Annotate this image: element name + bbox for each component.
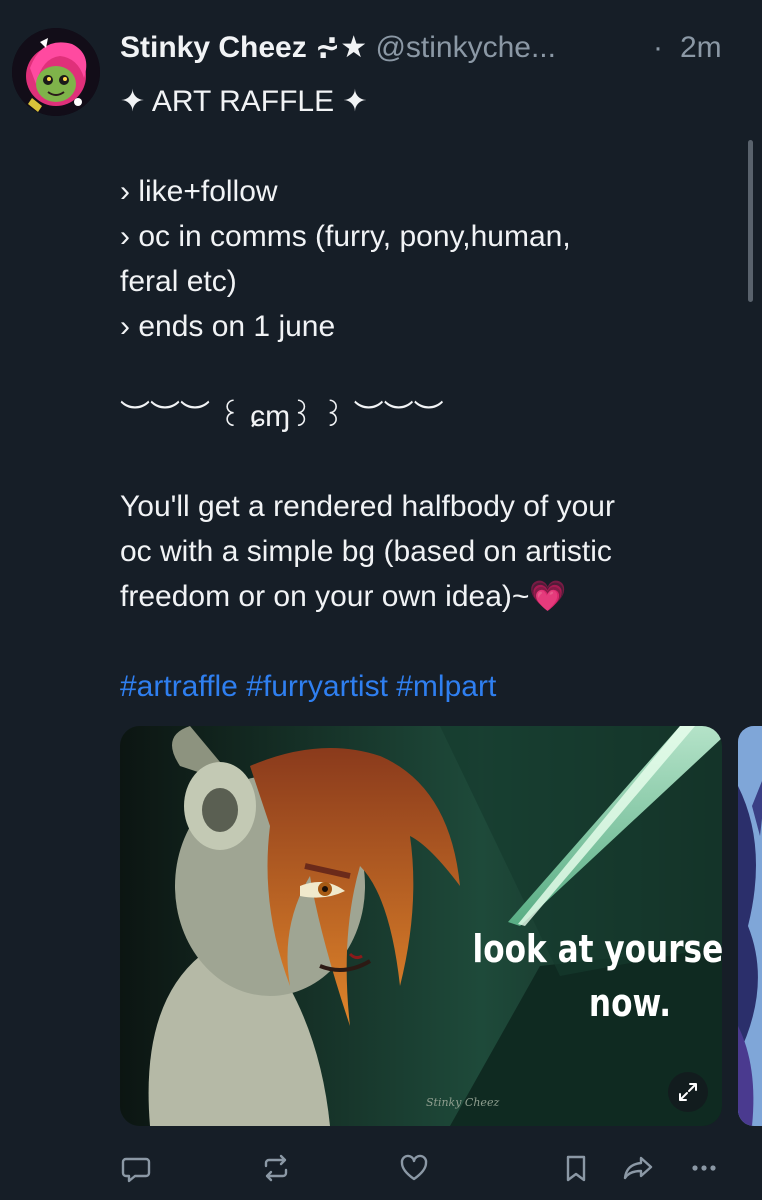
reply-icon bbox=[121, 1157, 151, 1183]
avatar[interactable] bbox=[12, 28, 100, 116]
next-artwork-preview bbox=[738, 726, 762, 1126]
rule-line: › like+follow bbox=[120, 175, 278, 208]
artwork-caption-line1: look at yourself bbox=[473, 928, 722, 972]
media-image[interactable]: Stinky Cheez look at yourself now. bbox=[120, 726, 722, 1126]
rule-line: feral etc) bbox=[120, 265, 237, 298]
description-line: You'll get a rendered halfbody of your bbox=[120, 490, 615, 523]
author-display-name[interactable]: Stinky Cheez ⩫★ bbox=[120, 31, 367, 64]
bookmark-button[interactable] bbox=[556, 1148, 596, 1188]
hashtag-link[interactable]: #furryartist bbox=[246, 670, 388, 703]
description-line: freedom or on your own idea)~💗 bbox=[120, 580, 567, 613]
author-handle[interactable]: @stinkyche... bbox=[375, 31, 556, 64]
action-bar bbox=[0, 1140, 762, 1196]
artwork-caption-line2: now. bbox=[589, 982, 671, 1026]
next-media-image[interactable] bbox=[738, 726, 762, 1126]
heart-icon bbox=[400, 1154, 428, 1181]
meta-separator: · bbox=[653, 31, 663, 64]
share-button[interactable] bbox=[618, 1148, 658, 1188]
more-icon bbox=[692, 1165, 716, 1171]
post-body: ✦ ART RAFFLE ✦ › like+follow › oc in com… bbox=[120, 79, 730, 709]
repost-icon bbox=[264, 1154, 288, 1182]
expand-arrows-icon bbox=[679, 1083, 697, 1101]
post[interactable]: Stinky Cheez ⩫★ @stinkyche... · 2m ✦ ART… bbox=[0, 0, 762, 1200]
raffle-title: ✦ ART RAFFLE ✦ bbox=[120, 85, 368, 118]
expand-button[interactable] bbox=[668, 1072, 708, 1112]
text-divider: ︶︶︶ ꒰ ɕɱ꒱ ꒱ ︶︶︶ bbox=[120, 400, 444, 433]
repost-button[interactable] bbox=[256, 1148, 296, 1188]
post-header: Stinky Cheez ⩫★ @stinkyche... · 2m bbox=[120, 28, 750, 68]
reply-button[interactable] bbox=[116, 1148, 156, 1188]
artwork-signature: Stinky Cheez bbox=[426, 1096, 499, 1109]
hashtags: #artraffle #furryartist #mlpart bbox=[120, 664, 730, 709]
hashtag-link[interactable]: #artraffle bbox=[120, 670, 238, 703]
like-button[interactable] bbox=[394, 1148, 434, 1188]
rule-line: › ends on 1 june bbox=[120, 310, 336, 343]
description-line: oc with a simple bg (based on artistic bbox=[120, 535, 612, 568]
rule-line: › oc in comms (furry, pony,human, bbox=[120, 220, 571, 253]
bookmark-icon bbox=[566, 1155, 586, 1182]
hashtag-link[interactable]: #mlpart bbox=[396, 670, 496, 703]
avatar-image bbox=[12, 28, 100, 116]
post-time[interactable]: 2m bbox=[680, 28, 722, 68]
scrollbar-thumb[interactable] bbox=[748, 140, 753, 302]
more-button[interactable] bbox=[684, 1148, 724, 1188]
share-icon bbox=[623, 1156, 653, 1180]
artwork-illustration: Stinky Cheez look at yourself now. bbox=[120, 726, 722, 1126]
